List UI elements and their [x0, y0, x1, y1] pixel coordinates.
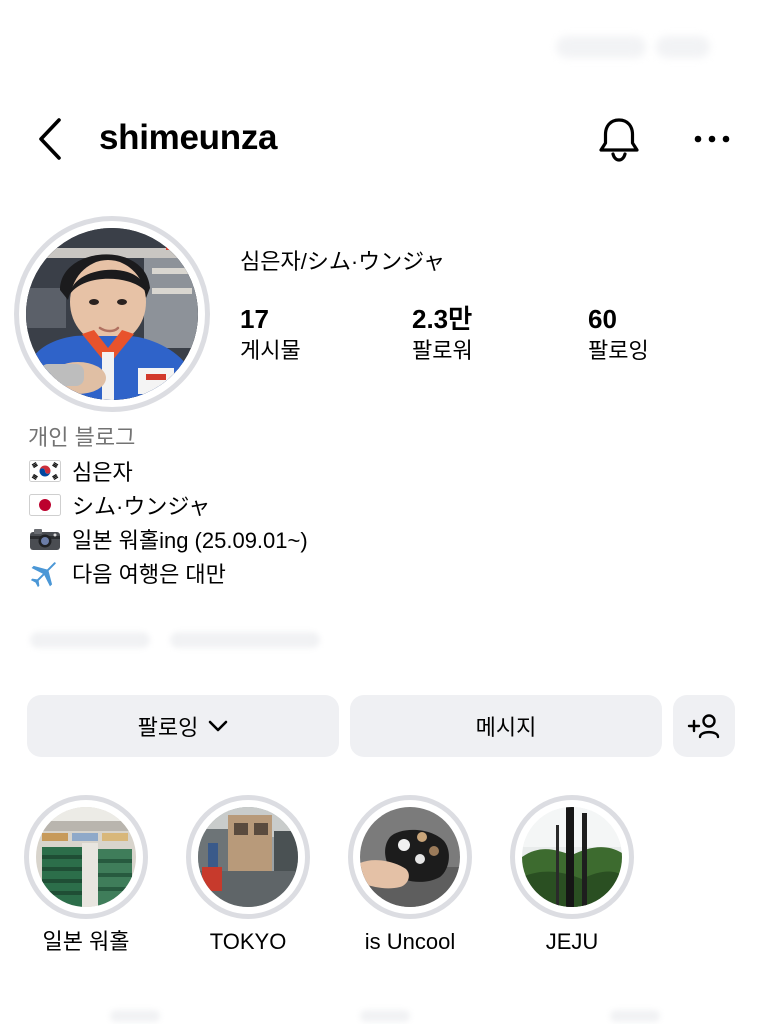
highlight-ring: [510, 795, 634, 919]
camera-icon: [28, 527, 62, 551]
highlight-ring: [24, 795, 148, 919]
profile-display-name: 심은자/シム·ウンジャ: [240, 249, 446, 274]
more-horizontal-icon: [694, 135, 730, 143]
profile-avatar-ring[interactable]: [14, 216, 210, 412]
bell-icon: [599, 118, 639, 162]
bio-line: 심은자: [28, 454, 308, 488]
highlight-ring: [348, 795, 472, 919]
tab-bar-blur: [110, 1010, 160, 1022]
add-person-icon: [687, 714, 720, 739]
stat-value: 17: [240, 304, 269, 334]
chevron-left-icon: [39, 118, 61, 160]
bio-line-text: 일본 워홀ing (25.09.01~): [72, 528, 308, 553]
bio-link-blur: [30, 632, 150, 648]
bio-link-blur: [170, 632, 320, 648]
highlight-cover-image: [522, 807, 622, 907]
japan-flag-icon: [28, 494, 62, 516]
stat-value: 2.3만: [412, 304, 473, 334]
highlight-label: 일본 워홀: [42, 929, 130, 954]
following-button-label: 팔로잉: [137, 715, 199, 740]
highlight-ring: [186, 795, 310, 919]
highlight-label: TOKYO: [209, 929, 287, 954]
highlight-item[interactable]: is Uncool: [348, 795, 472, 957]
highlight-item[interactable]: 일본 워홀: [24, 795, 148, 957]
stat-label: 팔로워: [412, 338, 473, 363]
bio-line-text: 심은자: [72, 460, 133, 485]
message-button[interactable]: 메시지: [350, 695, 662, 757]
highlight-label: is Uncool: [364, 929, 456, 954]
back-button[interactable]: [28, 114, 72, 164]
highlight-label: JEJU: [545, 929, 599, 954]
message-button-label: 메시지: [475, 715, 537, 740]
status-blur: [656, 36, 710, 58]
chevron-down-icon: [208, 720, 228, 732]
status-bar: [0, 0, 764, 80]
highlight-cover-image: [360, 807, 460, 907]
tab-bar-blur: [610, 1010, 660, 1022]
bio-line: 일본 워홀ing (25.09.01~): [28, 522, 308, 556]
following-button[interactable]: 팔로잉: [27, 695, 339, 757]
profile-bio: 개인 블로그 심은자 シム·ウンジャ 일본 워홀ing (25.09.01~) …: [28, 422, 308, 590]
stat-label: 팔로잉: [588, 338, 649, 363]
notifications-button[interactable]: [592, 112, 646, 166]
highlight-item[interactable]: TOKYO: [186, 795, 310, 957]
avatar: [26, 228, 198, 400]
stat-label: 게시물: [240, 338, 301, 363]
bio-category: 개인 블로그: [28, 425, 136, 450]
bio-line: シム·ウンジャ: [28, 488, 308, 522]
airplane-icon: [28, 558, 62, 588]
korea-flag-icon: [28, 460, 62, 482]
posts-count[interactable]: 17 게시물: [240, 302, 301, 366]
profile-header: shimeunza: [0, 100, 764, 180]
bio-line-text: シム·ウンジャ: [72, 494, 211, 519]
highlight-item[interactable]: JEJU: [510, 795, 634, 957]
highlight-cover-image: [36, 807, 136, 907]
highlight-cover-image: [198, 807, 298, 907]
stat-value: 60: [588, 304, 617, 334]
more-options-button[interactable]: [688, 114, 736, 164]
tab-bar-blur: [360, 1010, 410, 1022]
bio-line: 다음 여행은 대만: [28, 556, 308, 590]
bio-line-text: 다음 여행은 대만: [72, 562, 226, 587]
profile-username: shimeunza: [99, 118, 278, 157]
following-count[interactable]: 60 팔로잉: [588, 302, 649, 366]
status-blur: [556, 36, 646, 58]
suggested-users-button[interactable]: [673, 695, 735, 757]
followers-count[interactable]: 2.3만 팔로워: [412, 302, 473, 366]
